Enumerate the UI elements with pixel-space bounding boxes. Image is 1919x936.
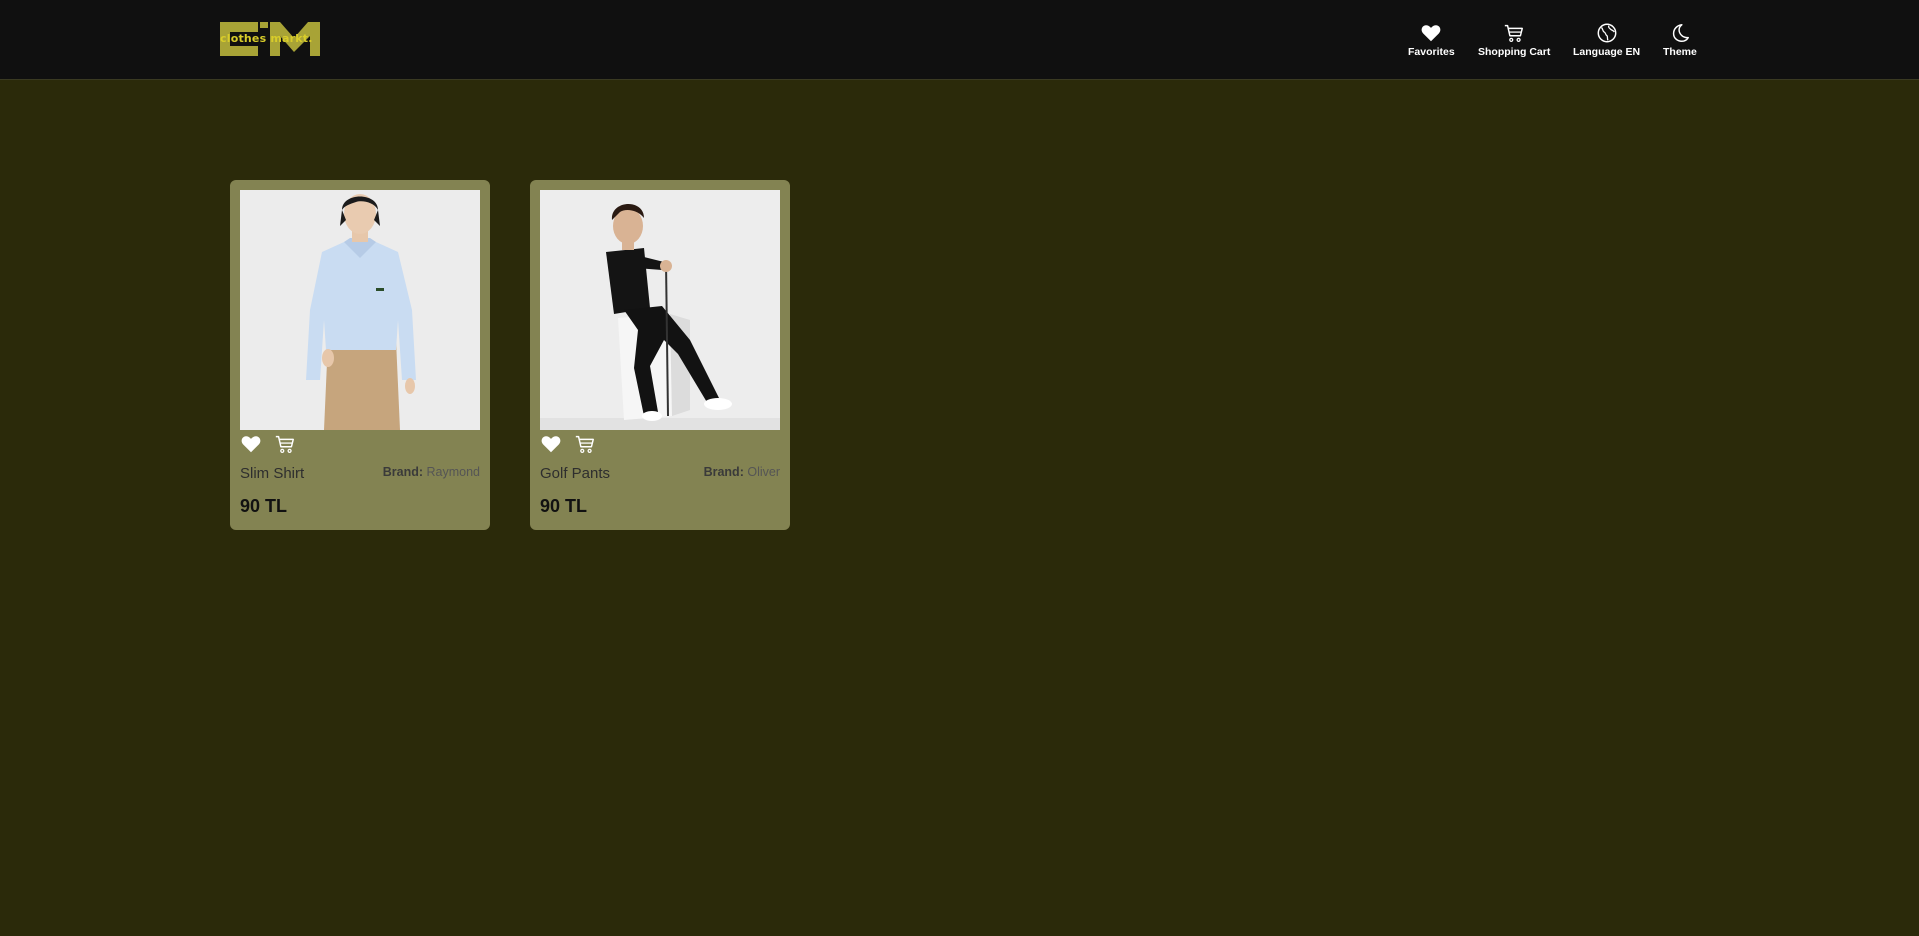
product-card[interactable]: Slim Shirt Brand: Raymond 90 TL — [230, 180, 490, 530]
cart-icon — [275, 435, 294, 453]
moon-icon — [1672, 24, 1689, 42]
globe-icon — [1597, 23, 1616, 43]
nav-favorites-label: Favorites — [1408, 46, 1455, 58]
product-name: Slim Shirt — [240, 465, 305, 482]
nav-favorites[interactable]: Favorites — [1408, 22, 1455, 58]
add-to-favorites-button[interactable] — [240, 433, 262, 455]
heart-icon — [1421, 25, 1441, 42]
product-name: Golf Pants — [540, 465, 611, 482]
cart-icon — [1504, 24, 1524, 42]
product-image[interactable] — [240, 190, 480, 430]
product-brand: Brand: Raymond — [383, 465, 480, 479]
product-photo-pants — [540, 190, 780, 430]
product-price: 90 TL — [240, 496, 288, 516]
nav-theme[interactable]: Theme — [1663, 22, 1697, 58]
card-actions — [240, 433, 296, 457]
product-photo-shirt — [240, 190, 480, 430]
nav-shopping-cart[interactable]: Shopping Cart — [1478, 22, 1550, 58]
brand-label: Brand: — [703, 465, 744, 479]
product-image[interactable] — [540, 190, 780, 430]
nav-menu: Favorites Shopping Cart Language EN Them… — [0, 22, 1919, 62]
product-brand: Brand: Oliver — [704, 465, 780, 479]
add-to-cart-button[interactable] — [574, 433, 596, 455]
heart-icon — [241, 436, 261, 453]
card-actions — [540, 433, 596, 457]
navbar: clothes markt. Favorites Shopping Cart L… — [0, 0, 1919, 80]
cart-icon — [575, 435, 594, 453]
nav-language[interactable]: Language EN — [1573, 22, 1640, 58]
add-to-cart-button[interactable] — [274, 433, 296, 455]
brand-value: Raymond — [426, 465, 481, 479]
nav-theme-label: Theme — [1663, 46, 1697, 58]
heart-icon — [541, 436, 561, 453]
product-price: 90 TL — [540, 496, 588, 516]
brand-label: Brand: — [382, 465, 424, 479]
product-card[interactable]: Golf Pants Brand: Oliver 90 TL — [530, 180, 790, 530]
nav-language-label: Language EN — [1573, 46, 1641, 58]
nav-shopping-cart-label: Shopping Cart — [1478, 46, 1551, 58]
add-to-favorites-button[interactable] — [540, 433, 562, 455]
brand-value: Oliver — [747, 465, 780, 479]
